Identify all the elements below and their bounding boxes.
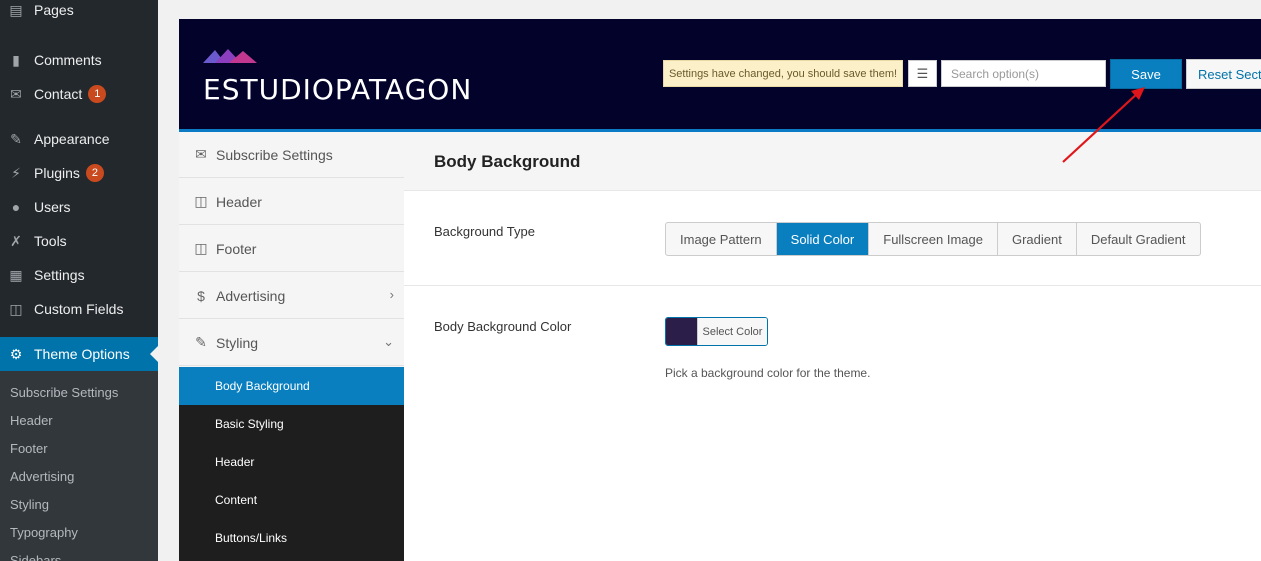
nav-item-label: Header	[216, 193, 262, 210]
body-background-color-picker[interactable]: Select Color	[665, 317, 768, 346]
nav-item-label: Styling	[216, 334, 259, 351]
settings-icon: ▦	[9, 267, 23, 283]
wp-menu-item-comments[interactable]: ▮ Comments	[0, 43, 158, 77]
background-type-solid-color-button[interactable]: Solid Color	[776, 223, 870, 255]
options-section-nav: ✉ Subscribe Settings ◫ Header ◫ Footer $…	[179, 132, 404, 561]
layout-icon: ◫	[194, 240, 208, 256]
wp-submenu-item-sidebars[interactable]: Sidebars	[10, 553, 61, 561]
reset-section-button[interactable]: Reset Section	[1186, 59, 1261, 89]
chevron-down-icon: ⌄	[383, 334, 394, 349]
wp-menu-label: Appearance	[34, 131, 110, 147]
wp-menu-item-contact[interactable]: ✉ Contact 1	[0, 77, 158, 111]
nav-item-subscribe-settings[interactable]: ✉ Subscribe Settings	[179, 132, 404, 178]
wp-submenu: Subscribe Settings Header Footer Adverti…	[0, 371, 158, 561]
wp-menu-item-pages[interactable]: ▤ Pages	[0, 0, 158, 27]
wp-menu-item-plugins[interactable]: ⚡ Plugins 2	[0, 156, 158, 190]
list-icon: ☰	[916, 65, 929, 81]
logo-mountains-icon	[203, 49, 257, 63]
background-type-fullscreen-image-button[interactable]: Fullscreen Image	[869, 223, 998, 255]
logo-text: ESTUDIOPATAGON	[203, 73, 473, 106]
nav-item-label: Footer	[216, 240, 257, 257]
plugins-icon: ⚡	[11, 165, 21, 181]
styling-subnav: Body Background Basic Styling Header Con…	[179, 367, 404, 561]
layout-icon: ◫	[194, 193, 208, 209]
background-type-button-group: Image Pattern Solid Color Fullscreen Ima…	[665, 222, 1201, 256]
wp-menu-item-appearance[interactable]: ✎ Appearance	[0, 122, 158, 156]
wp-menu-label: Pages	[34, 2, 74, 18]
annotation-arrow-icon	[1062, 87, 1145, 163]
nav-item-header[interactable]: ◫ Header	[179, 179, 404, 225]
options-content: Body Background Background Type Image Pa…	[404, 132, 1261, 561]
annotation-arrow-shaft	[1062, 91, 1140, 163]
subnav-item-buttons-links[interactable]: Buttons/Links	[179, 519, 404, 557]
wp-menu-item-tools[interactable]: ✗ Tools	[0, 224, 158, 258]
background-type-gradient-button[interactable]: Gradient	[998, 223, 1077, 255]
nav-item-label: Subscribe Settings	[216, 146, 333, 163]
subnav-item-content[interactable]: Content	[179, 481, 404, 519]
wp-menu-item-users[interactable]: ● Users	[0, 190, 158, 224]
nav-item-styling[interactable]: ✎ Styling ⌄	[179, 320, 404, 366]
wp-menu-label: Tools	[34, 233, 67, 249]
background-type-default-gradient-button[interactable]: Default Gradient	[1077, 223, 1200, 255]
background-type-label: Background Type	[434, 224, 535, 239]
nav-item-footer[interactable]: ◫ Footer	[179, 226, 404, 272]
color-swatch[interactable]	[666, 318, 697, 345]
wp-menu-label: Custom Fields	[34, 301, 124, 317]
comments-icon: ▮	[12, 52, 20, 68]
subnav-item-body-background[interactable]: Body Background	[179, 367, 404, 405]
wp-menu-item-custom-fields[interactable]: ◫ Custom Fields	[0, 292, 158, 326]
wp-admin-menu: ▤ Pages ▮ Comments ✉ Contact 1 ✎ Appeara…	[0, 0, 158, 561]
wp-submenu-item-advertising[interactable]: Advertising	[10, 469, 74, 484]
wp-menu-label: Theme Options	[34, 346, 130, 362]
background-type-image-pattern-button[interactable]: Image Pattern	[666, 223, 777, 255]
select-color-button[interactable]: Select Color	[697, 318, 767, 345]
wp-submenu-item-typography[interactable]: Typography	[10, 525, 78, 540]
wp-menu-item-settings[interactable]: ▦ Settings	[0, 258, 158, 292]
subnav-item-header[interactable]: Header	[179, 443, 404, 481]
unsaved-changes-notice: Settings have changed, you should save t…	[663, 60, 903, 87]
expand-options-button[interactable]: ☰	[908, 60, 937, 87]
pencil-icon: ✎	[195, 334, 207, 350]
pages-icon: ▤	[9, 2, 23, 18]
wp-menu-item-theme-options[interactable]: ⚙ Theme Options	[0, 337, 158, 371]
wp-submenu-item-footer[interactable]: Footer	[10, 441, 48, 456]
nav-item-label: Advertising	[216, 287, 286, 304]
wp-menu-label: Plugins	[34, 165, 80, 181]
wp-menu-label: Settings	[34, 267, 85, 283]
gear-icon: ⚙	[9, 346, 23, 362]
users-icon: ●	[11, 199, 21, 215]
active-menu-arrow	[150, 346, 158, 362]
envelope-icon: ✉	[195, 146, 207, 162]
table-icon: ◫	[9, 301, 23, 317]
wp-submenu-item-subscribe-settings[interactable]: Subscribe Settings	[10, 385, 118, 400]
row-divider	[404, 285, 1261, 286]
plugins-count-badge: 2	[85, 164, 104, 182]
wp-menu-label: Contact	[34, 86, 83, 102]
wp-menu-label: Comments	[34, 52, 102, 68]
wp-menu-label: Users	[34, 199, 71, 215]
section-title: Body Background	[434, 152, 581, 171]
body-background-color-label: Body Background Color	[434, 319, 572, 334]
nav-item-advertising[interactable]: $ Advertising ›	[179, 273, 404, 319]
subnav-item-basic-styling[interactable]: Basic Styling	[179, 405, 404, 443]
contact-count-badge: 1	[88, 85, 107, 103]
wrench-icon: ✗	[10, 233, 22, 249]
mail-icon: ✉	[10, 86, 22, 102]
wp-submenu-item-styling[interactable]: Styling	[10, 497, 49, 512]
paintbrush-icon: ✎	[10, 131, 22, 147]
color-description: Pick a background color for the theme.	[665, 366, 871, 380]
wp-submenu-item-header[interactable]: Header	[10, 413, 53, 428]
chevron-right-icon: ›	[389, 287, 394, 302]
dollar-icon: $	[197, 287, 205, 304]
